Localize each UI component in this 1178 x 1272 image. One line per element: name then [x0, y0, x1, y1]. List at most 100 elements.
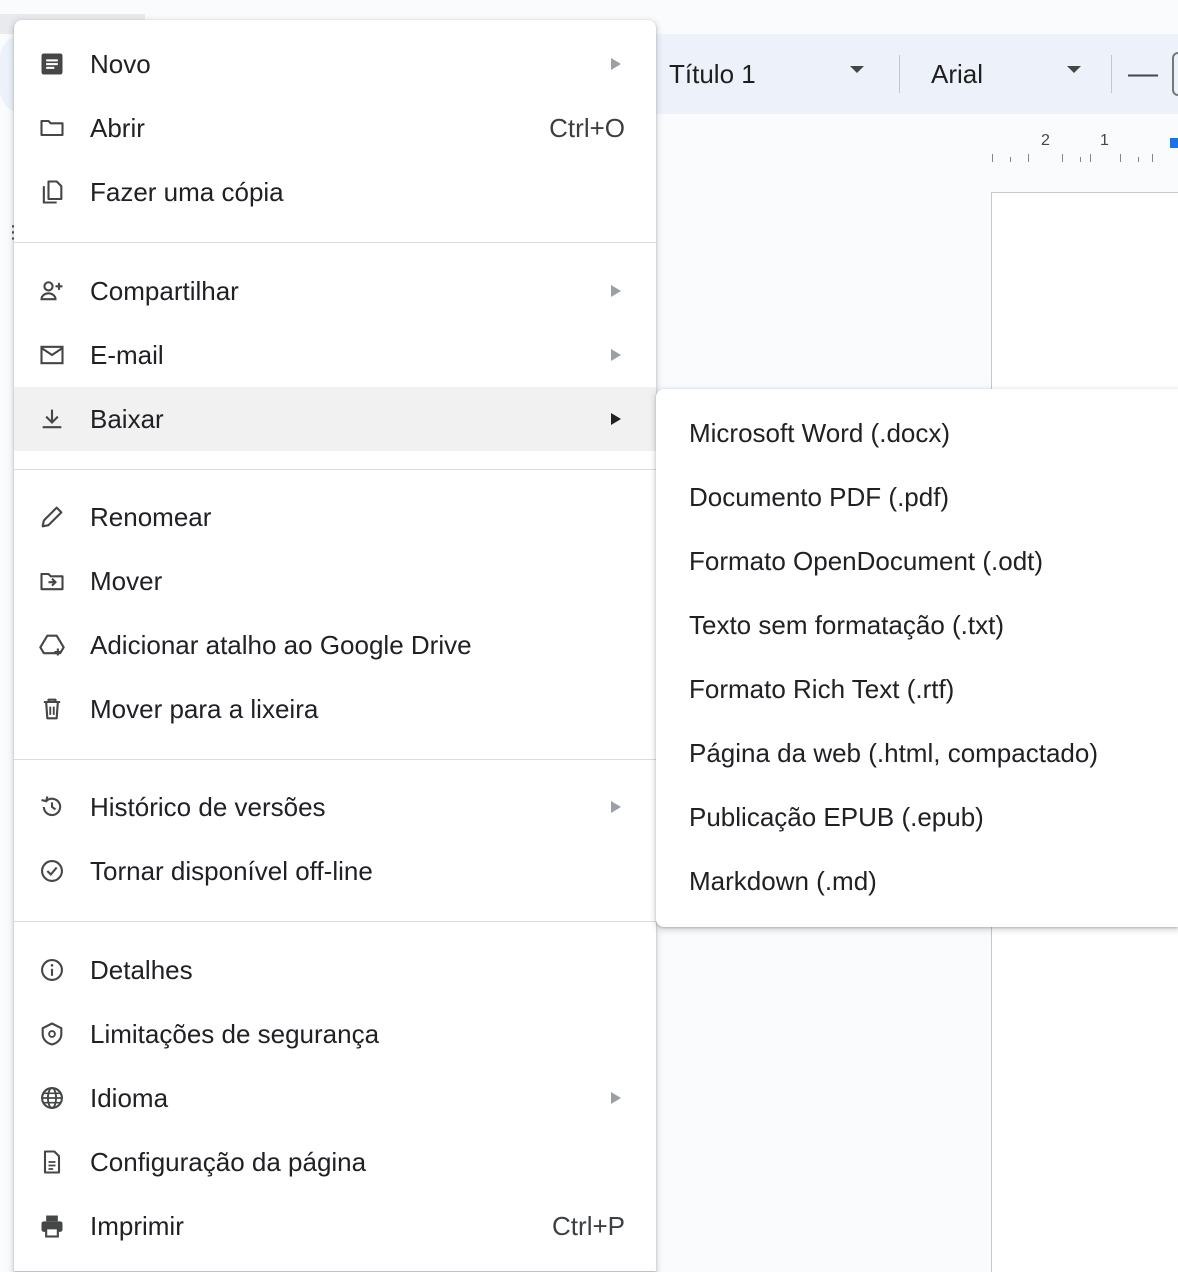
menu-item-label: Compartilhar — [90, 275, 239, 306]
submenu-item-label: Publicação EPUB (.epub) — [689, 801, 984, 832]
minus-icon: — — [1128, 57, 1158, 90]
mail-icon — [36, 339, 68, 371]
submenu-item-label: Texto sem formatação (.txt) — [689, 609, 1004, 640]
download-rtf[interactable]: Formato Rich Text (.rtf) — [656, 657, 1178, 721]
menu-item-version-history[interactable]: Histórico de versões — [14, 775, 656, 839]
menu-item-label: Baixar — [90, 403, 164, 434]
download-odt[interactable]: Formato OpenDocument (.odt) — [656, 529, 1178, 593]
menu-item-open[interactable]: Abrir Ctrl+O — [14, 96, 656, 160]
ruler: 2 1 — [990, 132, 1178, 162]
ruler-tick — [1138, 157, 1139, 162]
ruler-tick — [1010, 157, 1011, 162]
menu-item-move[interactable]: Mover — [14, 549, 656, 613]
download-epub[interactable]: Publicação EPUB (.epub) — [656, 785, 1178, 849]
folder-icon — [36, 112, 68, 144]
submenu-arrow-icon — [611, 349, 621, 361]
submenu-item-label: Formato Rich Text (.rtf) — [689, 673, 955, 704]
font-size-input[interactable] — [1172, 52, 1178, 96]
caret-down-icon[interactable] — [1067, 66, 1081, 73]
history-icon — [36, 791, 68, 823]
menu-item-label: Detalhes — [90, 954, 193, 985]
globe-icon — [36, 1082, 68, 1114]
download-docx[interactable]: Microsoft Word (.docx) — [656, 401, 1178, 465]
indent-marker-icon[interactable] — [1170, 138, 1178, 148]
ruler-label: 1 — [1100, 132, 1109, 149]
menu-item-add-shortcut-drive[interactable]: Adicionar atalho ao Google Drive — [14, 613, 656, 677]
menu-divider — [14, 242, 656, 243]
font-family-value: Arial — [931, 58, 984, 89]
document-icon — [36, 48, 68, 80]
copy-icon — [36, 176, 68, 208]
menu-item-label: Limitações de segurança — [90, 1018, 380, 1049]
person-add-icon — [36, 275, 68, 307]
menu-item-label: Mover — [90, 565, 163, 596]
menu-item-print[interactable]: Imprimir Ctrl+P — [14, 1194, 656, 1258]
caret-down-icon[interactable] — [850, 66, 864, 73]
paragraph-style-select[interactable]: Título 1 — [669, 54, 756, 94]
menu-item-label: Adicionar atalho ao Google Drive — [90, 629, 472, 660]
pencil-icon — [36, 501, 68, 533]
download-html[interactable]: Página da web (.html, compactado) — [656, 721, 1178, 785]
menu-item-share[interactable]: Compartilhar — [14, 259, 656, 323]
menu-item-email[interactable]: E-mail — [14, 323, 656, 387]
menu-item-download[interactable]: Baixar — [14, 387, 656, 451]
file-menu: Novo Abrir Ctrl+O Fazer uma cópia Compar… — [14, 20, 656, 1271]
menu-item-details[interactable]: Detalhes — [14, 938, 656, 1002]
menu-item-label: Novo — [90, 48, 151, 79]
folder-move-icon — [36, 565, 68, 597]
drive-shortcut-icon — [36, 629, 68, 661]
security-icon — [36, 1018, 68, 1050]
submenu-arrow-icon — [611, 285, 621, 297]
menu-item-label: Renomear — [90, 501, 212, 532]
submenu-item-label: Documento PDF (.pdf) — [689, 481, 950, 512]
submenu-item-label: Página da web (.html, compactado) — [689, 737, 1098, 768]
menu-item-page-setup[interactable]: Configuração da página — [14, 1130, 656, 1194]
menu-item-make-copy[interactable]: Fazer uma cópia — [14, 160, 656, 224]
menu-item-new[interactable]: Novo — [14, 32, 656, 96]
submenu-item-label: Microsoft Word (.docx) — [689, 417, 951, 448]
download-txt[interactable]: Texto sem formatação (.txt) — [656, 593, 1178, 657]
submenu-arrow-icon — [611, 801, 621, 813]
page-setup-icon — [36, 1146, 68, 1178]
ruler-tick — [1090, 154, 1091, 162]
submenu-item-label: Markdown (.md) — [689, 865, 877, 896]
submenu-item-label: Formato OpenDocument (.odt) — [689, 545, 1044, 576]
download-markdown[interactable]: Markdown (.md) — [656, 849, 1178, 913]
menu-item-label: Histórico de versões — [90, 791, 326, 822]
menu-item-label: Abrir — [90, 112, 145, 143]
menu-item-label: Fazer uma cópia — [90, 176, 284, 207]
menu-item-label: Tornar disponível off-line — [90, 855, 373, 886]
ruler-tick — [1152, 154, 1153, 162]
menu-item-label: Imprimir — [90, 1210, 184, 1241]
ruler-tick — [1028, 154, 1029, 162]
download-icon — [36, 403, 68, 435]
ruler-label: 2 — [1041, 132, 1050, 149]
menu-item-language[interactable]: Idioma — [14, 1066, 656, 1130]
offline-icon — [36, 855, 68, 887]
submenu-arrow-icon — [611, 58, 621, 70]
menu-divider — [14, 469, 656, 470]
ruler-tick — [1062, 154, 1063, 162]
menu-item-rename[interactable]: Renomear — [14, 485, 656, 549]
decrease-font-size-button[interactable]: — — [1128, 54, 1158, 94]
ruler-tick — [1120, 154, 1121, 162]
toolbar-separator — [1111, 55, 1112, 93]
menu-item-label: Idioma — [90, 1082, 169, 1113]
trash-icon — [36, 693, 68, 725]
paragraph-style-value: Título 1 — [669, 58, 756, 89]
menu-item-shortcut: Ctrl+O — [549, 112, 625, 143]
menu-item-move-to-trash[interactable]: Mover para a lixeira — [14, 677, 656, 741]
menu-item-label: Configuração da página — [90, 1146, 367, 1177]
download-pdf[interactable]: Documento PDF (.pdf) — [656, 465, 1178, 529]
toolbar-separator — [899, 55, 900, 93]
font-family-select[interactable]: Arial — [931, 54, 983, 94]
submenu-arrow-icon — [611, 413, 621, 425]
menu-item-shortcut: Ctrl+P — [552, 1210, 625, 1241]
menu-divider — [14, 921, 656, 922]
download-submenu: Microsoft Word (.docx) Documento PDF (.p… — [656, 389, 1178, 927]
menu-item-make-offline[interactable]: Tornar disponível off-line — [14, 839, 656, 903]
ruler-tick — [1080, 157, 1081, 162]
submenu-arrow-icon — [611, 1092, 621, 1104]
menu-item-label: Mover para a lixeira — [90, 693, 319, 724]
menu-item-security-limitations[interactable]: Limitações de segurança — [14, 1002, 656, 1066]
